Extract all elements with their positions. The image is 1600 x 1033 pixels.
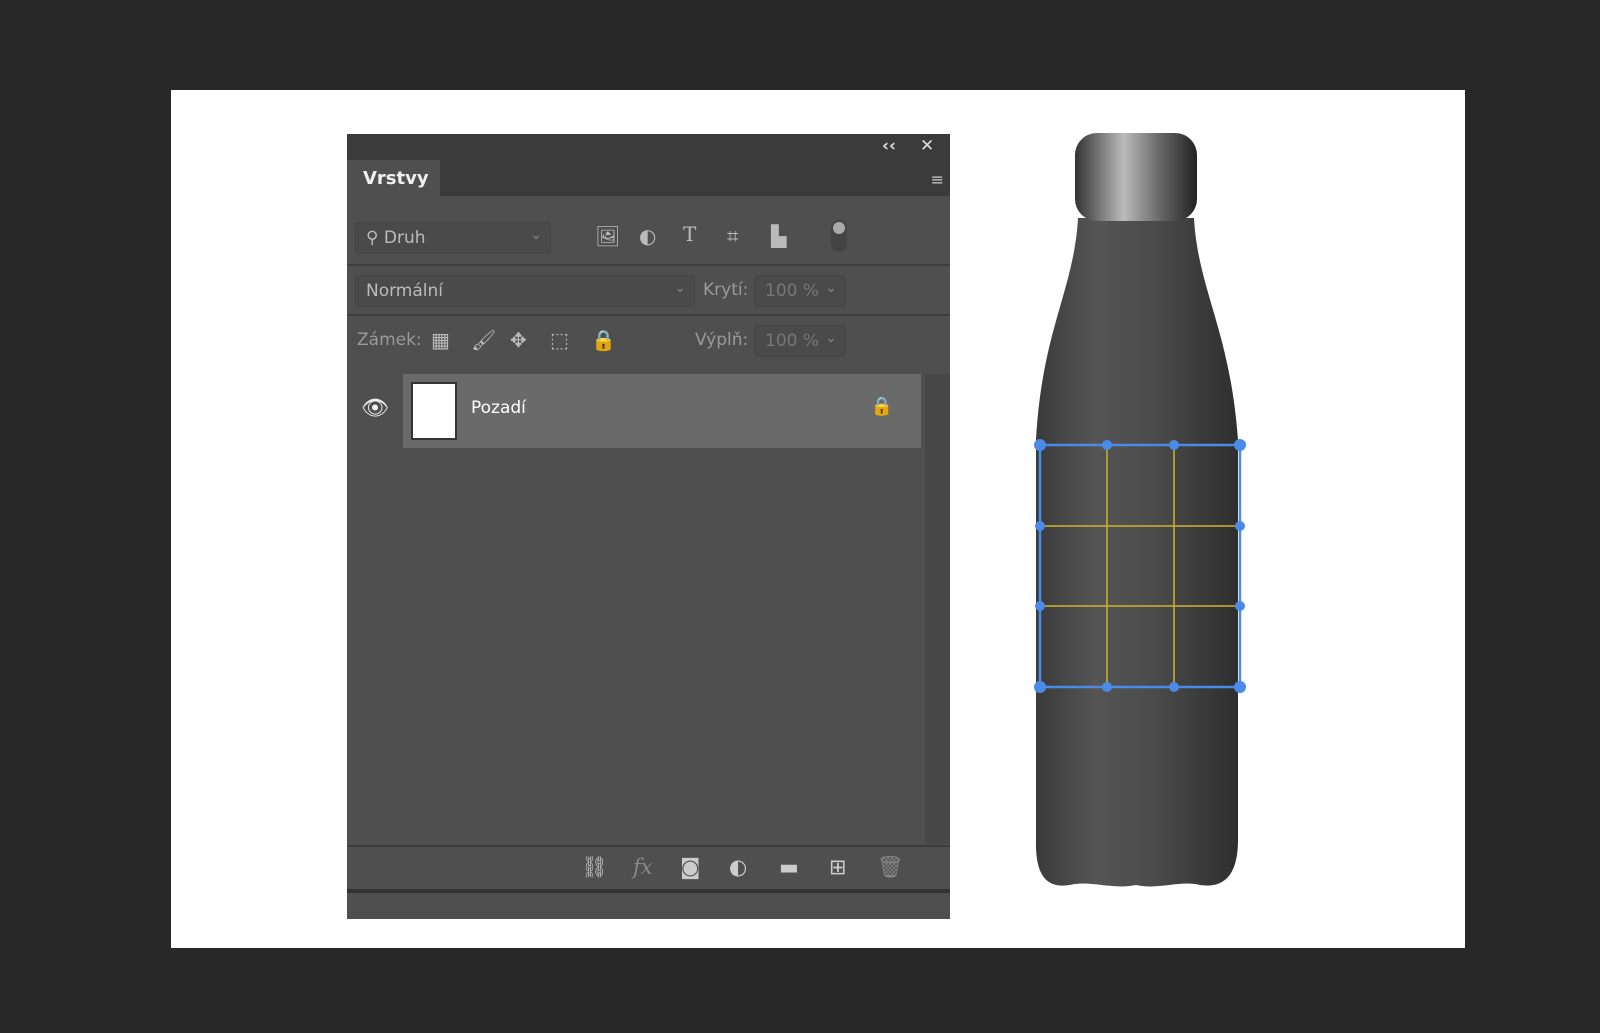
bottle-image	[0, 0, 1600, 1033]
